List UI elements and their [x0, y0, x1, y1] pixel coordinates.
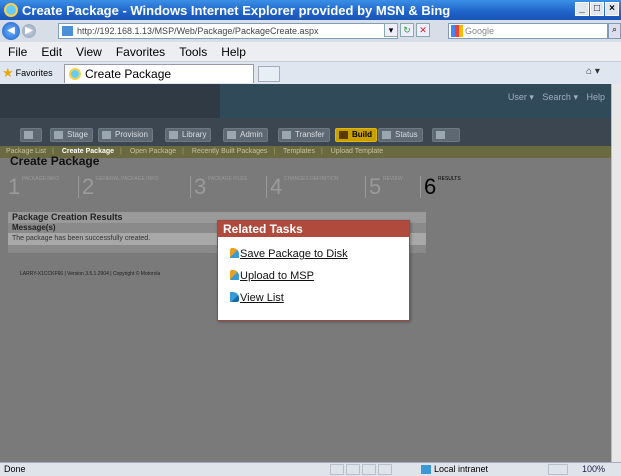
status-bar: Done Local intranet 100% — [0, 462, 621, 476]
back-button[interactable]: ◀ — [2, 22, 20, 40]
ie-logo-icon — [4, 3, 18, 17]
library-icon — [169, 131, 178, 139]
upload-msp-link[interactable]: Upload to MSP — [230, 270, 314, 282]
forward-button[interactable]: ▶ — [22, 24, 36, 38]
app-nav-tabs: Stage Provision Library Admin Transfer B… — [0, 118, 611, 146]
menu-edit[interactable]: Edit — [41, 45, 62, 59]
user-menu-link[interactable]: User ▾ — [508, 92, 534, 102]
menu-favorites[interactable]: Favorites — [116, 45, 165, 59]
subnav-recent-packages[interactable]: Recently Built Packages — [192, 148, 267, 155]
maximize-button[interactable]: □ — [590, 2, 604, 16]
security-zone[interactable]: Local intranet — [420, 463, 488, 476]
nav-tab-build[interactable]: Build — [335, 128, 377, 142]
close-button[interactable]: × — [605, 2, 619, 16]
wizard-step: 3 PACKAGE FILES — [190, 174, 247, 200]
window-title-bar: Create Package - Windows Internet Explor… — [0, 0, 621, 20]
subnav-open-package[interactable]: Open Package — [130, 148, 176, 155]
nav-tab-stage[interactable]: Stage — [50, 128, 93, 142]
wizard-step-current: 6 RESULTS — [420, 174, 461, 200]
nav-tab-extra[interactable] — [432, 128, 460, 142]
search-input[interactable]: Google — [448, 23, 608, 39]
search-menu-link[interactable]: Search ▾ — [542, 92, 578, 102]
nav-tab-status[interactable]: Status — [378, 128, 423, 142]
status-text: Done — [4, 464, 26, 474]
status-icon — [382, 131, 391, 139]
list-icon — [230, 292, 239, 302]
stage-icon — [54, 131, 63, 139]
intranet-icon — [421, 465, 431, 474]
menu-help[interactable]: Help — [221, 45, 246, 59]
address-bar: ◀ ▶ http://192.168.1.13/MSP/Web/Package/… — [0, 20, 621, 42]
stop-icon[interactable]: ✕ — [416, 23, 430, 37]
help-link[interactable]: Help — [586, 92, 605, 102]
favorites-star-icon[interactable]: ★ — [2, 65, 14, 81]
page-tools-icon[interactable]: ⌂ ▾ — [586, 66, 600, 77]
admin-icon — [227, 131, 236, 139]
wizard-step: 2 GENERAL PACKAGE INFO — [78, 174, 158, 200]
tab-ie-icon — [69, 68, 81, 80]
extra-icon — [436, 131, 445, 139]
page-favicon-icon — [62, 26, 73, 36]
minimize-button[interactable]: _ — [575, 2, 589, 16]
browser-tab[interactable]: Create Package — [64, 64, 254, 83]
window-title: Create Package - Windows Internet Explor… — [22, 2, 451, 18]
home-icon — [24, 131, 33, 139]
search-go-button[interactable]: ⌕ — [608, 23, 621, 39]
nav-tab-admin[interactable]: Admin — [223, 128, 268, 142]
user-links: User ▾ Search ▾ Help — [502, 92, 605, 103]
nav-tab-provision[interactable]: Provision — [98, 128, 153, 142]
view-list-link[interactable]: View List — [230, 292, 284, 304]
build-icon — [339, 131, 348, 139]
save-disk-icon — [230, 248, 239, 258]
dropdown-arrow-icon[interactable]: ▾ — [384, 23, 398, 37]
provision-icon — [102, 131, 111, 139]
new-tab-button[interactable] — [258, 66, 280, 82]
nav-tab-home[interactable] — [20, 128, 42, 142]
zoom-level[interactable]: 100% — [582, 463, 605, 476]
upload-icon — [230, 270, 239, 280]
window-controls: _ □ × — [575, 2, 619, 16]
page-content: User ▾ Search ▾ Help Stage Provision Lib… — [0, 84, 611, 462]
menu-tools[interactable]: Tools — [179, 45, 207, 59]
vertical-scrollbar[interactable] — [611, 84, 621, 462]
wizard-step: 1 PACKAGE INFO — [8, 174, 60, 199]
subnav-templates[interactable]: Templates — [283, 148, 315, 155]
refresh-icon[interactable]: ↻ — [400, 23, 414, 37]
subnav-upload-template[interactable]: Upload Template — [331, 148, 383, 155]
nav-tab-library[interactable]: Library — [165, 128, 212, 142]
url-input[interactable]: http://192.168.1.13/MSP/Web/Package/Pack… — [58, 23, 398, 39]
nav-tab-transfer[interactable]: Transfer — [278, 128, 330, 142]
menu-view[interactable]: View — [76, 45, 102, 59]
favorites-button[interactable]: Favorites — [16, 68, 66, 78]
menu-file[interactable]: File — [8, 45, 27, 59]
protected-mode-icon[interactable] — [548, 464, 568, 475]
save-package-link[interactable]: Save Package to Disk — [230, 248, 348, 260]
app-header: User ▾ Search ▾ Help — [0, 84, 611, 118]
wizard-step: 4 CHANGES DEFINITION — [266, 174, 338, 200]
google-icon — [451, 25, 463, 37]
favorites-bar: ★ Favorites Create Package ⌂ ▾ — [0, 62, 621, 84]
wizard-step: 5 REVIEW — [365, 174, 403, 200]
menu-bar: File Edit View Favorites Tools Help — [0, 42, 621, 62]
transfer-icon — [282, 131, 291, 139]
related-tasks-popup: Related Tasks Save Package to Disk Uploa… — [217, 220, 410, 321]
version-footer: LARRY-X1CCKF66 | Version 3.5.1.2904 | Co… — [20, 271, 161, 277]
popup-title: Related Tasks — [218, 221, 409, 237]
page-title: Create Package — [10, 154, 100, 168]
